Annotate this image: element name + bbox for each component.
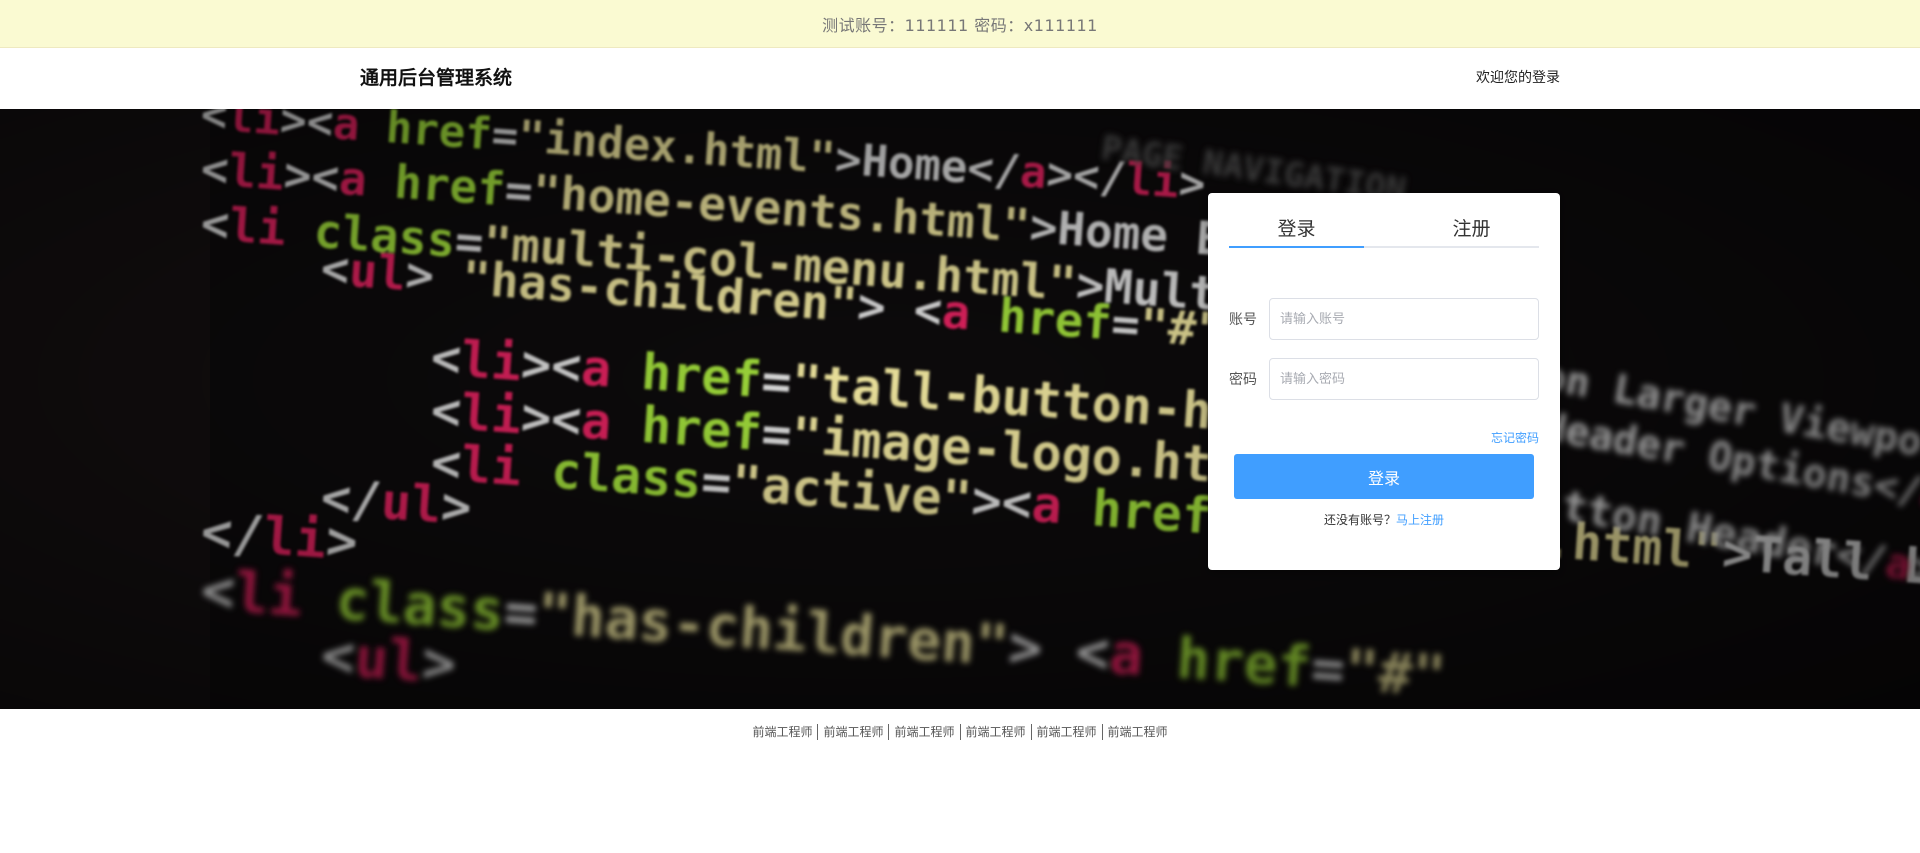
footer-link[interactable]: 前端工程师 [1037,723,1097,740]
signup-link[interactable]: 马上注册 [1396,513,1444,527]
footer-links: 前端工程师 前端工程师 前端工程师 前端工程师 前端工程师 前端工程师 [0,709,1920,754]
test-account-text: 测试账号：111111 密码：x111111 [822,15,1098,35]
footer-separator [1030,723,1032,740]
footer-separator [817,723,819,740]
test-account-notice: 测试账号：111111 密码：x111111 [0,0,1920,48]
tab-register[interactable]: 注册 [1404,213,1539,248]
welcome-text: 欢迎您的登录 [1476,70,1560,86]
password-input[interactable] [1269,358,1539,400]
footer-separator [1101,723,1103,740]
code-background-image: <li><a href="index.html">Home</a></li> <… [0,109,1920,709]
signup-prompt: 还没有账号？马上注册 [1208,511,1560,528]
top-header: 通用后台管理系统 欢迎您的登录 [0,48,1920,109]
footer-separator [888,723,890,740]
app-title: 通用后台管理系统 [360,67,513,89]
login-tabs: 登录 注册 [1229,213,1539,248]
account-input[interactable] [1269,298,1539,340]
footer-link[interactable]: 前端工程师 [966,723,1026,740]
footer-link[interactable]: 前端工程师 [823,723,883,740]
forgot-password-link[interactable]: 忘记密码 [1491,429,1539,446]
footer-link[interactable]: 前端工程师 [1108,723,1168,740]
active-tab-indicator [1229,246,1364,248]
tab-login[interactable]: 登录 [1229,213,1364,248]
login-button[interactable]: 登录 [1234,454,1534,499]
footer-link[interactable]: 前端工程师 [894,723,954,740]
footer-separator [959,723,961,740]
hero-code-background: <li><a href="index.html">Home</a></li> <… [0,109,1920,709]
account-label: 账号 [1229,312,1257,328]
footer-link[interactable]: 前端工程师 [752,723,812,740]
signup-prompt-text: 还没有账号？ [1323,513,1396,527]
login-card: 登录 注册 账号 密码 忘记密码 登录 还没有账号？马上注册 [1208,193,1560,570]
password-label: 密码 [1229,372,1257,388]
